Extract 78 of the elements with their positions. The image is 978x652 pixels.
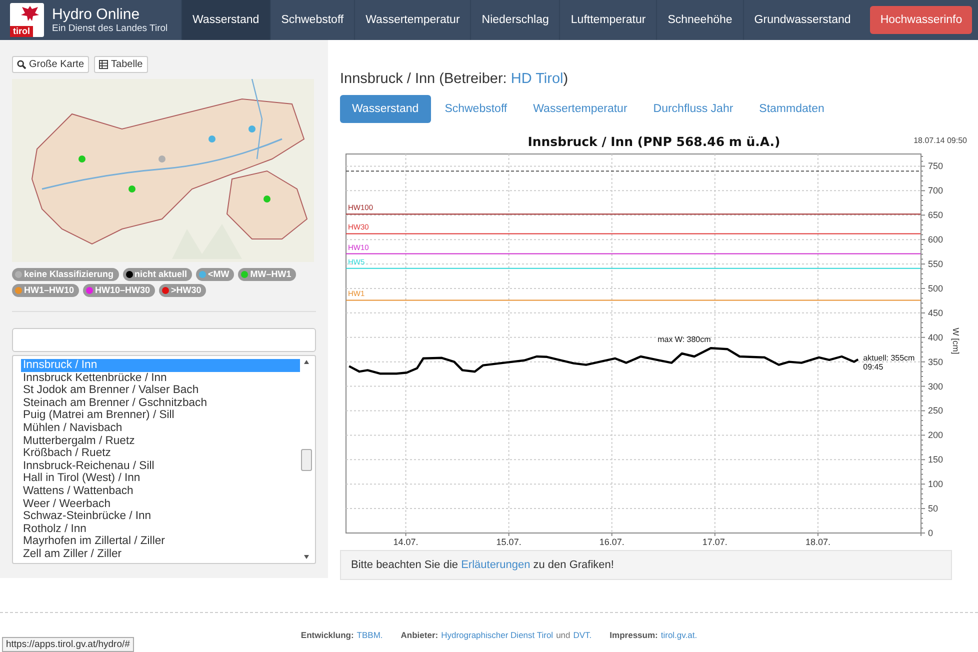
list-item[interactable]: Mutterbergalm / Ruetz [21,434,300,448]
annotation-label: max W: 380cm [658,335,711,344]
list-item[interactable]: Krößbach / Ruetz [21,447,300,460]
status-url-tooltip: https://apps.tirol.gv.at/hydro/# [2,637,134,652]
tab[interactable]: Durchfluss Jahr [641,95,746,123]
footer-label: Entwicklung: [300,630,354,640]
axis-tick-label: 15.07. [496,537,522,547]
tab[interactable]: Stammdaten [747,95,836,123]
chart-title: Innsbruck / Inn (PNP 568.46 m ü.A.) [528,134,780,149]
info-note: Bitte beachten Sie die Erläuterungen zu den Grafiken! [340,550,952,580]
axis-tick-label: 550 [928,259,944,270]
map-button[interactable]: Große Karte [12,56,90,73]
axis-tick-label: 250 [928,406,944,416]
axis-tick-label: 18.07. [805,537,830,547]
list-item[interactable]: Puig (Matrei am Brenner) / Sill [21,409,300,422]
search-field[interactable] [12,328,316,352]
page-title: Innsbruck / Inn (Betreiber: HD Tirol) [340,71,570,87]
footer-label: Anbieter: [400,630,438,640]
tab[interactable]: Wasserstand [340,95,431,123]
list-item[interactable]: Rotholz / Inn [21,522,300,536]
table-button[interactable]: Tabelle [94,56,148,73]
list-item[interactable]: Mühlen / Navisbach [21,422,300,435]
axis-tick-label: 700 [928,186,944,196]
list-item[interactable]: Weer / Weerbach [21,498,300,510]
table-icon [99,60,108,69]
axis-tick-label: 400 [928,332,944,342]
axis-tick-label: 0 [928,528,934,538]
annotation-label: aktuell: 355cm [863,353,915,362]
axis-tick-label: 50 [928,504,938,514]
nav-tab[interactable]: Schneehöhe [656,0,743,40]
list-item[interactable]: Innsbruck-Reichenau / Sill [21,460,300,472]
tab[interactable]: Schwebstoff [432,95,520,123]
annotation-label: 09:45 [863,362,884,372]
tab[interactable]: Wassertemperatur [521,95,640,123]
axis-tick-label: 100 [928,479,944,490]
axis-tick-label: 14.07. [393,537,418,547]
list-item[interactable]: Hall in Tirol (West) / Inn [21,472,300,485]
list-item[interactable]: Mayrhofen im Zillertal / Ziller [21,535,300,548]
logo[interactable]: tirol [10,3,44,37]
list-item[interactable]: Innsbruck Kettenbrücke / Inn [21,372,300,384]
axis-tick-label: 500 [928,283,944,294]
footer-text: und [556,630,570,640]
list-item[interactable]: Zell am Ziller / Ziller [21,548,300,560]
nav-tab[interactable]: Wassertemperatur [354,0,470,40]
nav-tab[interactable]: Wasserstand [181,0,270,40]
alert-button[interactable]: Hochwasserinfo [870,6,972,34]
footer-link[interactable]: tirol.gv.at. [660,630,698,640]
axis-title: W [cm] [951,328,961,354]
search-icon [17,60,26,69]
axis-tick-label: 150 [928,454,944,465]
scrollbar-thumb[interactable] [300,448,312,470]
footer-link[interactable]: Hydrographischer Dienst Tirol [441,630,554,640]
axis-tick-label: 350 [928,356,944,367]
timestamp: 18.07.14 09:50 [914,136,967,145]
nav-tab[interactable]: Lufttemperatur [559,0,656,40]
station-list[interactable] [12,355,316,564]
site-subtitle: Ein Dienst des Landes Tirol [52,23,168,34]
axis-tick-label: 600 [928,234,944,245]
axis-tick-label: 300 [928,381,944,392]
list-item[interactable]: Wattens / Wattenbach [21,484,300,498]
nav-tab[interactable]: Grundwasserstand [742,0,862,40]
list-item[interactable]: Schwaz-Steinbrücke / Inn [21,510,300,523]
arrow-down-icon [302,554,310,560]
axis-tick-label: 450 [928,308,944,318]
nav-tab[interactable]: Niederschlag [470,0,560,40]
list-item[interactable]: Steinach am Brenner / Gschnitzbach [21,396,300,410]
footer-label: Impressum: [610,630,658,640]
axis-tick-label: 750 [928,161,944,172]
axis-tick-label: 16.07. [599,537,624,547]
footer-link[interactable]: TBBM. [356,630,383,640]
arrow-up-icon [302,359,310,365]
operator-link[interactable]: HD Tirol [510,71,564,87]
axis-tick-label: 200 [928,430,944,440]
footer-link[interactable]: DVT. [573,630,592,640]
axis-tick-label: 17.07. [702,537,728,547]
axis-tick-label: 650 [928,210,944,220]
site-title: Hydro Online [52,6,141,23]
list-item[interactable]: St Jodok am Brenner / Valser Bach [21,384,300,397]
